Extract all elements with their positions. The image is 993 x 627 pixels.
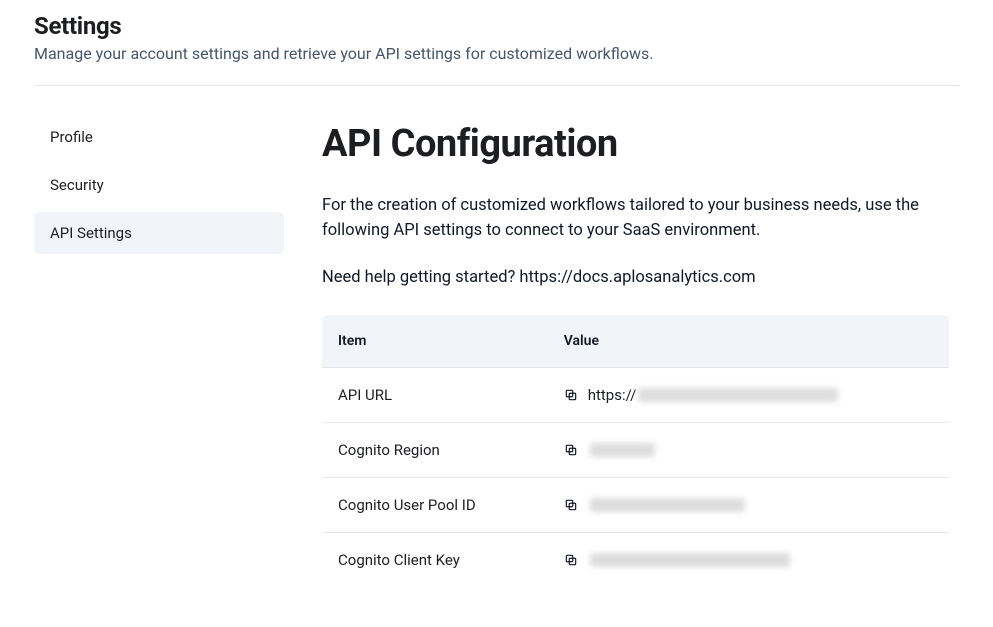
copy-icon: [564, 388, 578, 402]
help-prefix: Need help getting started?: [322, 268, 519, 287]
divider: [34, 85, 959, 86]
copy-button[interactable]: [564, 443, 578, 457]
redacted-value: [590, 443, 655, 457]
table-row: Cognito Client Key: [322, 532, 949, 587]
column-header-value: Value: [548, 315, 949, 368]
copy-icon: [564, 498, 578, 512]
help-line: Need help getting started? https://docs.…: [322, 268, 949, 287]
table-row: Cognito User Pool ID: [322, 477, 949, 532]
page-title: Settings: [34, 12, 959, 40]
copy-button[interactable]: [564, 498, 578, 512]
copy-icon: [564, 443, 578, 457]
redacted-value: [590, 498, 745, 512]
main-title: API Configuration: [322, 122, 949, 166]
item-cell: Cognito Client Key: [322, 532, 548, 587]
copy-button[interactable]: [564, 388, 578, 402]
item-cell: Cognito Region: [322, 422, 548, 477]
sidebar-item-api-settings[interactable]: API Settings: [34, 212, 284, 254]
item-cell: API URL: [322, 367, 548, 422]
redacted-value: [590, 553, 790, 567]
value-text: [588, 498, 745, 512]
item-cell: Cognito User Pool ID: [322, 477, 548, 532]
value-text: https://: [588, 386, 839, 404]
value-text: [588, 443, 655, 457]
table-row: Cognito Region: [322, 422, 949, 477]
settings-sidebar: Profile Security API Settings: [34, 116, 302, 587]
copy-icon: [564, 553, 578, 567]
redacted-value: [638, 388, 838, 402]
sidebar-item-security[interactable]: Security: [34, 164, 284, 206]
copy-button[interactable]: [564, 553, 578, 567]
table-row: API URL https://: [322, 367, 949, 422]
help-link[interactable]: https://docs.aplosanalytics.com: [519, 268, 755, 287]
column-header-item: Item: [322, 315, 548, 368]
page-subtitle: Manage your account settings and retriev…: [34, 44, 959, 63]
value-prefix: https://: [588, 386, 637, 404]
sidebar-item-profile[interactable]: Profile: [34, 116, 284, 158]
value-text: [588, 553, 790, 567]
main-description: For the creation of customized workflows…: [322, 194, 949, 244]
api-settings-table: Item Value API URL: [322, 315, 949, 587]
main-content: API Configuration For the creation of cu…: [302, 116, 959, 587]
